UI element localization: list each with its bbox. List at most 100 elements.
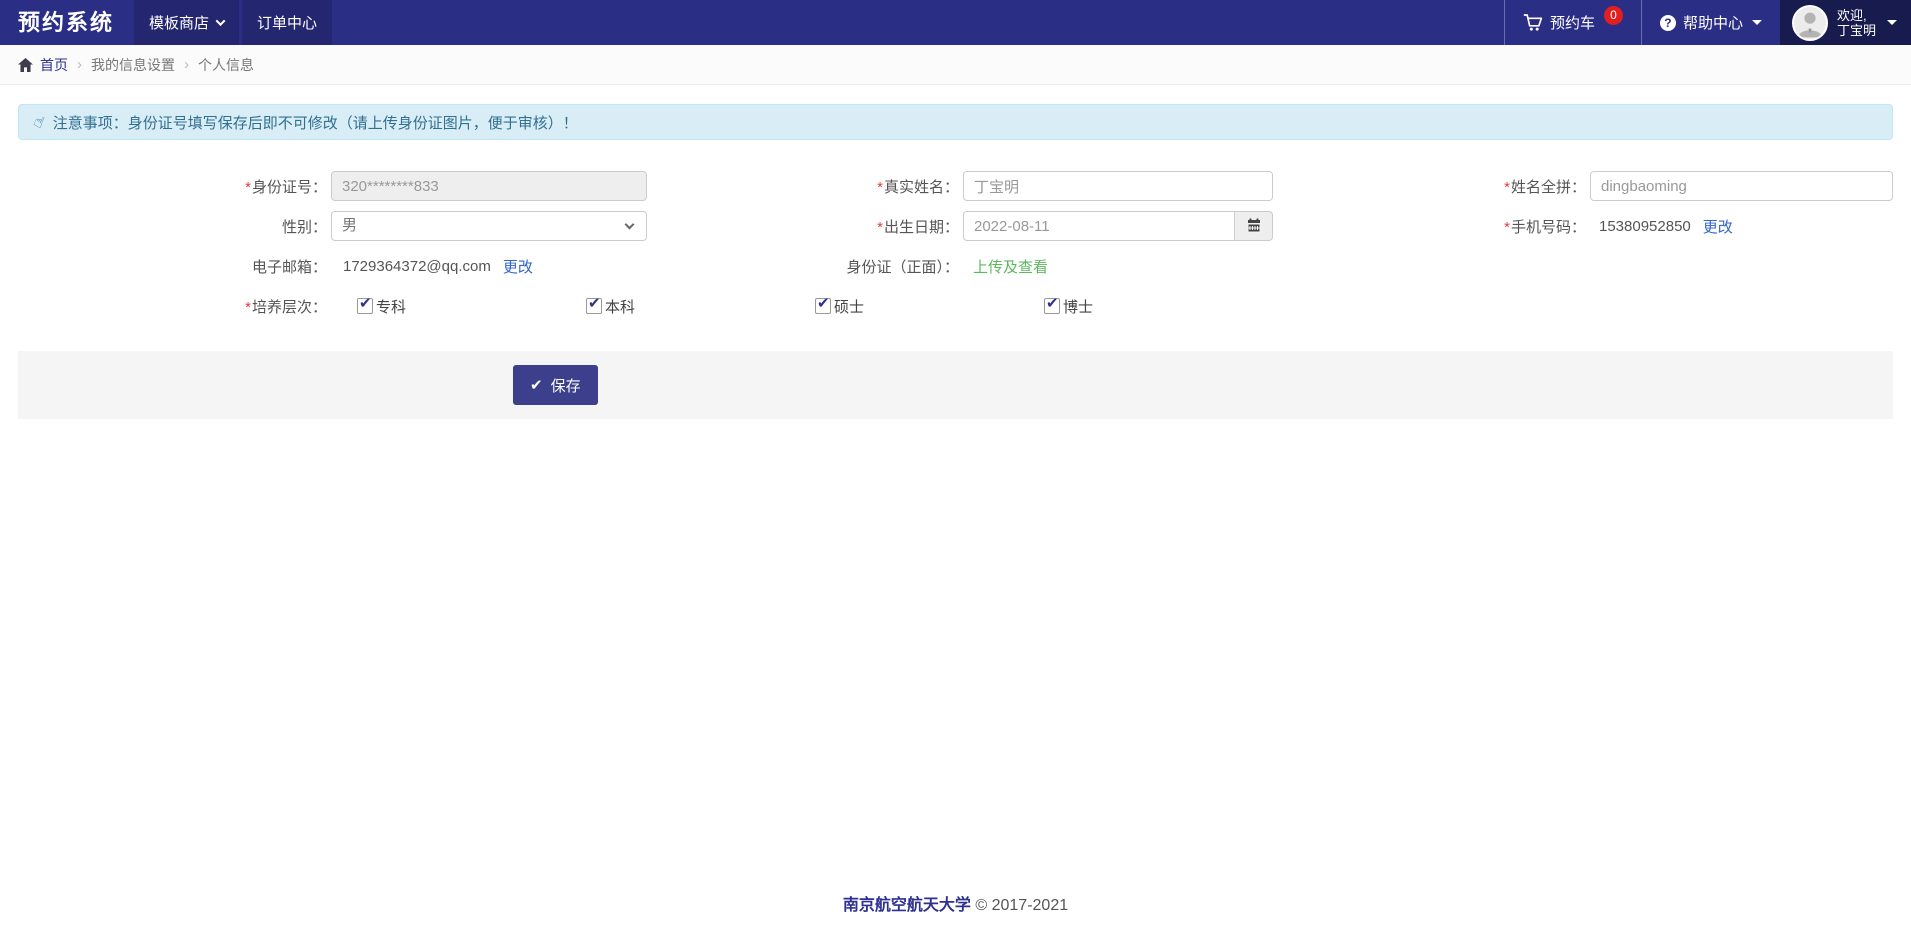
form-footer-band: ✔ 保存: [18, 351, 1893, 419]
required-mark: *: [245, 179, 251, 196]
page: 预约系统 模板商店 订单中心 预约车 0 ? 帮助中心: [0, 0, 1911, 937]
copyright-text: © 2017-2021: [975, 897, 1068, 914]
breadcrumb-separator: ›: [77, 56, 82, 73]
cart-icon: [1523, 13, 1543, 32]
field-education-level: *培养层次： ✔ 专科 ✔ 本科 ✔ 硕士 ✔ 博士: [18, 295, 1893, 317]
nav-item-label: 订单中心: [257, 12, 317, 33]
page-footer: 南京航空航天大学 © 2017-2021: [18, 891, 1893, 937]
top-navbar: 预约系统 模板商店 订单中心 预约车 0 ? 帮助中心: [0, 0, 1911, 45]
help-center-button[interactable]: ? 帮助中心: [1642, 0, 1780, 45]
username: 丁宝明: [1837, 23, 1876, 38]
avatar: [1792, 5, 1828, 41]
pinyin-label: *姓名全拼：: [1285, 176, 1586, 197]
checkbox-box: ✔: [357, 298, 373, 314]
cart-label: 预约车: [1550, 12, 1595, 33]
user-menu[interactable]: 欢迎, 丁宝明: [1780, 0, 1911, 45]
required-mark: *: [245, 299, 251, 316]
field-gender: 性别： 男: [18, 211, 655, 241]
personal-info-form: *身份证号： *真实姓名： *姓名全拼： 性别： 男: [18, 171, 1893, 317]
birth-date-label: *出生日期：: [655, 216, 959, 237]
required-mark: *: [1504, 219, 1510, 236]
real-name-input[interactable]: [963, 171, 1273, 201]
real-name-label: *真实姓名：: [655, 176, 959, 197]
help-label: 帮助中心: [1683, 12, 1743, 33]
phone-change-link[interactable]: 更改: [1703, 216, 1733, 237]
email-value: 1729364372@qq.com: [343, 258, 491, 275]
checkbox-box: ✔: [815, 298, 831, 314]
calendar-icon: [1246, 218, 1262, 234]
field-phone: *手机号码： 15380952850 更改: [1285, 211, 1893, 241]
gender-select[interactable]: 男: [331, 211, 647, 241]
form-row: *身份证号： *真实姓名： *姓名全拼：: [18, 171, 1893, 201]
reservation-cart-button[interactable]: 预约车 0: [1505, 0, 1641, 45]
cart-badge: 0: [1604, 6, 1623, 25]
gender-selected-value: 男: [342, 217, 357, 234]
app-title[interactable]: 预约系统: [0, 0, 134, 45]
pinyin-input[interactable]: [1590, 171, 1893, 201]
save-button[interactable]: ✔ 保存: [513, 365, 598, 405]
required-mark: *: [877, 219, 883, 236]
checkbox-label: 硕士: [834, 296, 864, 317]
save-button-label: 保存: [551, 375, 581, 396]
checkbox-box: ✔: [1044, 298, 1060, 314]
education-label: *培养层次：: [18, 296, 327, 317]
notice-banner: ☝ 注意事项：身份证号填写保存后即不可修改（请上传身份证图片，便于审核）！: [18, 104, 1893, 140]
breadcrumb-separator: ›: [184, 56, 189, 73]
calendar-button[interactable]: [1235, 211, 1273, 241]
required-mark: *: [1504, 179, 1510, 196]
pointing-hand-icon: ☝: [30, 111, 47, 133]
check-icon: ✔: [817, 294, 830, 312]
checkbox-label: 本科: [605, 296, 635, 317]
field-id-number: *身份证号：: [18, 171, 655, 201]
check-icon: ✔: [359, 294, 372, 312]
main-content: ☝ 注意事项：身份证号填写保存后即不可修改（请上传身份证图片，便于审核）！ *身…: [0, 85, 1911, 937]
form-row: 电子邮箱： 1729364372@qq.com 更改 身份证（正面）： 上传及查…: [18, 251, 1893, 281]
breadcrumb-home-label: 首页: [40, 55, 68, 75]
field-email: 电子邮箱： 1729364372@qq.com 更改: [18, 251, 655, 281]
id-card-upload-link[interactable]: 上传及查看: [973, 256, 1048, 277]
id-number-label: *身份证号：: [18, 176, 327, 197]
checkbox-label: 博士: [1063, 296, 1093, 317]
main-nav: 模板商店 订单中心: [134, 0, 332, 45]
checkbox-associate[interactable]: ✔ 专科: [357, 296, 586, 317]
checkbox-doctor[interactable]: ✔ 博士: [1044, 296, 1273, 317]
nav-item-label: 模板商店: [149, 12, 209, 33]
form-row: 性别： 男 *出生日期： *手机号码：: [18, 211, 1893, 241]
checkbox-master[interactable]: ✔ 硕士: [815, 296, 1044, 317]
check-icon: ✔: [530, 376, 543, 394]
university-link[interactable]: 南京航空航天大学: [843, 897, 971, 914]
greeting: 欢迎,: [1837, 8, 1867, 23]
birth-date-group: [963, 211, 1273, 241]
phone-value: 15380952850: [1599, 218, 1691, 235]
birth-date-input[interactable]: [963, 211, 1235, 241]
field-real-name: *真实姓名：: [655, 171, 1285, 201]
field-pinyin: *姓名全拼：: [1285, 171, 1893, 201]
checkbox-bachelor[interactable]: ✔ 本科: [586, 296, 815, 317]
empty-cell: [1285, 251, 1893, 281]
chevron-down-icon: [625, 220, 635, 230]
home-icon: [18, 58, 33, 72]
checkbox-box: ✔: [586, 298, 602, 314]
field-id-card-front: 身份证（正面）： 上传及查看: [655, 251, 1285, 281]
id-number-input: [331, 171, 647, 201]
checkbox-label: 专科: [376, 296, 406, 317]
caret-down-icon: [1752, 20, 1762, 25]
id-card-front-label: 身份证（正面）：: [655, 256, 959, 277]
check-icon: ✔: [588, 294, 601, 312]
email-label: 电子邮箱：: [18, 256, 327, 277]
gender-label: 性别：: [18, 216, 327, 237]
caret-down-icon: [1887, 20, 1897, 25]
notice-text: 注意事项：身份证号填写保存后即不可修改（请上传身份证图片，便于审核）！: [53, 112, 578, 133]
check-icon: ✔: [1046, 294, 1059, 312]
chevron-down-icon: [216, 16, 226, 26]
welcome-text: 欢迎, 丁宝明: [1837, 8, 1876, 38]
field-birth-date: *出生日期：: [655, 211, 1285, 241]
nav-item-template-store[interactable]: 模板商店: [134, 0, 239, 45]
breadcrumb-current-page: 个人信息: [198, 55, 254, 75]
question-icon: ?: [1660, 15, 1676, 31]
person-icon: [1794, 7, 1826, 39]
breadcrumb-section: 我的信息设置: [91, 55, 175, 75]
breadcrumb-home-link[interactable]: 首页: [18, 55, 68, 75]
email-change-link[interactable]: 更改: [503, 256, 533, 277]
nav-item-order-center[interactable]: 订单中心: [242, 0, 332, 45]
